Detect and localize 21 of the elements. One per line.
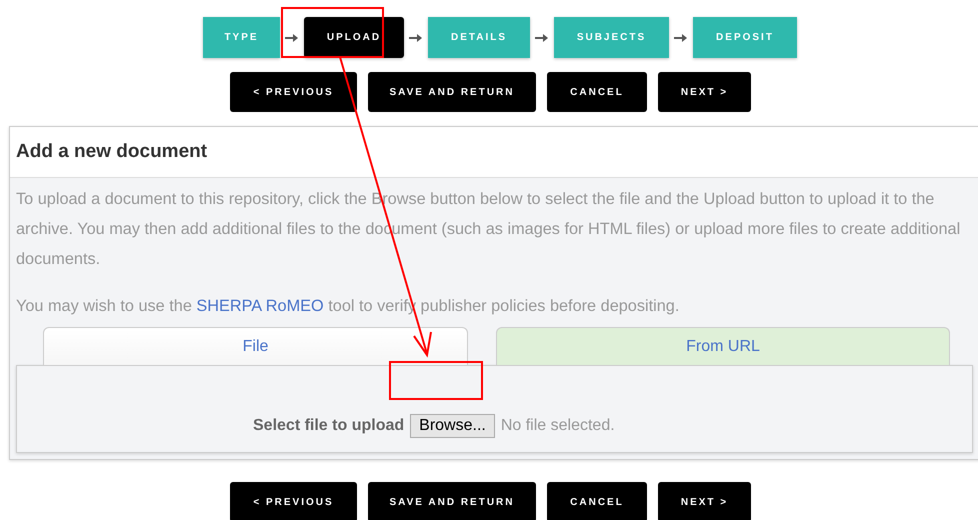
nav-button[interactable]: CANCEL [547, 482, 647, 520]
file-status: No file selected. [500, 417, 615, 435]
browse-button[interactable]: Browse... [410, 414, 495, 438]
step-tab[interactable]: UPLOAD [304, 17, 404, 58]
note-text: You may wish to use the [16, 297, 192, 315]
nav-button[interactable]: SAVE AND RETURN [368, 72, 536, 112]
sherpa-link[interactable]: SHERPA RoMEO [196, 297, 324, 315]
nav-button[interactable]: CANCEL [547, 72, 647, 112]
nav-button[interactable]: < PREVIOUS [230, 482, 357, 520]
arrow-icon [535, 32, 549, 42]
arrow-icon [674, 32, 688, 42]
upload-label: Select file to upload [253, 417, 404, 435]
nav-button[interactable]: SAVE AND RETURN [368, 482, 536, 520]
nav-button[interactable]: NEXT > [658, 72, 751, 112]
arrow-icon [285, 32, 299, 42]
nav-button[interactable]: NEXT > [658, 482, 751, 520]
tab[interactable]: File [43, 327, 468, 365]
tab[interactable]: From URL [496, 327, 950, 365]
panel-title: Add a new document [16, 141, 208, 163]
arrow-icon [409, 32, 423, 42]
nav-button[interactable]: < PREVIOUS [230, 72, 357, 112]
